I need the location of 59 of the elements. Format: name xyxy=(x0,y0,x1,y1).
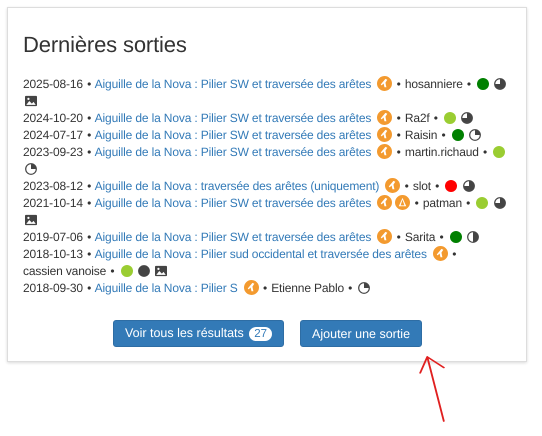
bullet: • xyxy=(396,230,401,244)
outing-date: 2021-10-14 xyxy=(23,196,83,210)
section-title: Dernières sorties xyxy=(23,32,188,58)
outing-date: 2023-08-12 xyxy=(23,179,83,193)
outing-link[interactable]: Aiguille de la Nova : Pilier S xyxy=(94,281,238,295)
author-name: Ra2f xyxy=(404,111,430,125)
bullet: • xyxy=(348,281,352,295)
bullet: • xyxy=(87,128,92,142)
bullet: • xyxy=(482,145,488,159)
bullet: • xyxy=(87,145,92,159)
author-name: hosanniere xyxy=(404,77,463,91)
bullet: • xyxy=(87,281,92,295)
outing-link[interactable]: Aiguille de la Nova : Pilier SW et traversée des arêtes xyxy=(94,230,372,244)
outing-date: 2018-10-13 xyxy=(23,247,83,261)
outing-link[interactable]: Aiguille de la Nova : Pilier SW et traversée des arêtes xyxy=(94,77,372,91)
author-name: Etienne Pablo xyxy=(271,281,344,295)
bullet: • xyxy=(452,247,456,261)
outing-date: 2023-09-23 xyxy=(23,145,83,159)
outing-link[interactable]: Aiguille de la Nova : traversée des arêtes (uniquement) xyxy=(94,179,380,193)
outing-date: 2025-08-16 xyxy=(23,77,83,91)
bullet: • xyxy=(396,77,401,91)
bullet: • xyxy=(87,111,92,125)
outing-link[interactable]: Aiguille de la Nova : Pilier SW et traversée des arêtes xyxy=(94,128,372,142)
outing-link[interactable]: Aiguille de la Nova : Pilier SW et traversée des arêtes xyxy=(94,111,372,125)
bullet: • xyxy=(396,145,401,159)
author-name: martin.richaud xyxy=(404,145,479,159)
bullet: • xyxy=(441,128,446,142)
bullet: • xyxy=(435,179,440,193)
bullet: • xyxy=(466,77,471,91)
author-name: patman xyxy=(422,196,462,210)
bullet: • xyxy=(466,196,470,210)
outing-date: 2018-09-30 xyxy=(23,281,83,295)
bullet: • xyxy=(87,247,92,261)
bullet: • xyxy=(110,264,114,278)
outing-link[interactable]: Aiguille de la Nova : Pilier SW et traversée des arêtes xyxy=(94,145,372,159)
author-name: cassien vanoise xyxy=(23,264,106,278)
add-outing-button[interactable]: Ajouter une sortie xyxy=(300,320,422,347)
outing-date: 2024-07-17 xyxy=(23,128,83,142)
bullet: • xyxy=(414,196,419,210)
author-name: slot xyxy=(412,179,431,193)
bullet: • xyxy=(87,230,92,244)
author-name: Raisin xyxy=(404,128,438,142)
count-badge: 27 xyxy=(249,327,272,341)
author-name: Sarita xyxy=(404,230,436,244)
see-all-results-button[interactable]: Voir tous les résultats 27 xyxy=(112,320,284,347)
outing-link[interactable]: Aiguille de la Nova : Pilier SW et traversée des arêtes xyxy=(94,196,372,210)
bullet: • xyxy=(434,111,438,125)
bullet: • xyxy=(87,179,92,193)
outing-link[interactable]: Aiguille de la Nova : Pilier sud occidental et traversée des arêtes xyxy=(94,247,427,261)
bullet: • xyxy=(396,111,401,125)
arrow-drawing xyxy=(419,356,445,422)
outing-date: 2024-10-20 xyxy=(23,111,83,125)
bullet: • xyxy=(262,281,268,295)
bullet: • xyxy=(87,77,92,91)
outing-date: 2019-07-06 xyxy=(23,230,83,244)
bullet: • xyxy=(87,196,92,210)
bullet: • xyxy=(404,179,409,193)
bullet: • xyxy=(396,128,401,142)
bullet: • xyxy=(439,230,444,244)
